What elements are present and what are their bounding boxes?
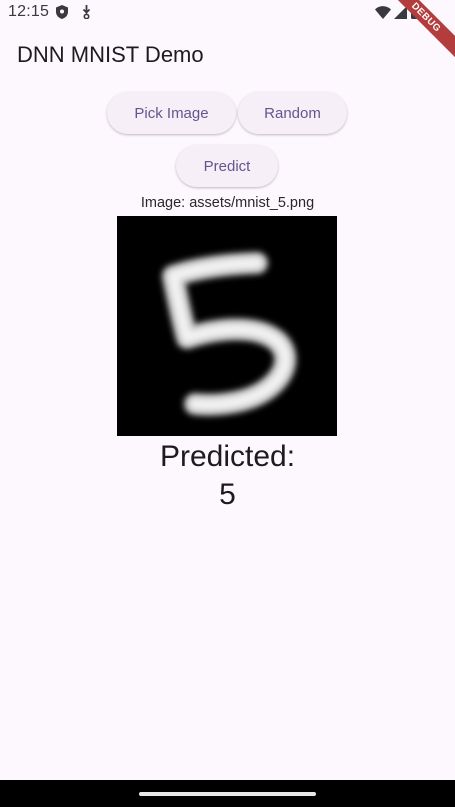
predict-button[interactable]: Predict bbox=[176, 145, 278, 187]
image-path-label: Image: assets/mnist_5.png bbox=[140, 195, 315, 211]
status-time: 12:15 bbox=[8, 3, 50, 20]
app-title: DNN MNIST Demo bbox=[17, 42, 204, 67]
home-handle[interactable] bbox=[139, 792, 316, 796]
mnist-digit-image bbox=[117, 216, 337, 436]
random-button[interactable]: Random bbox=[238, 92, 347, 134]
predicted-label: Predicted: bbox=[159, 440, 296, 473]
shield-icon bbox=[56, 5, 68, 19]
predicted-value: 5 bbox=[219, 478, 236, 511]
pick-image-button[interactable]: Pick Image bbox=[107, 92, 236, 134]
navigation-bar bbox=[0, 780, 455, 807]
download-icon bbox=[82, 5, 91, 19]
digit-five-drawing bbox=[162, 252, 297, 416]
wifi-icon bbox=[375, 6, 391, 19]
status-bar: 12:15 bbox=[0, 0, 455, 26]
